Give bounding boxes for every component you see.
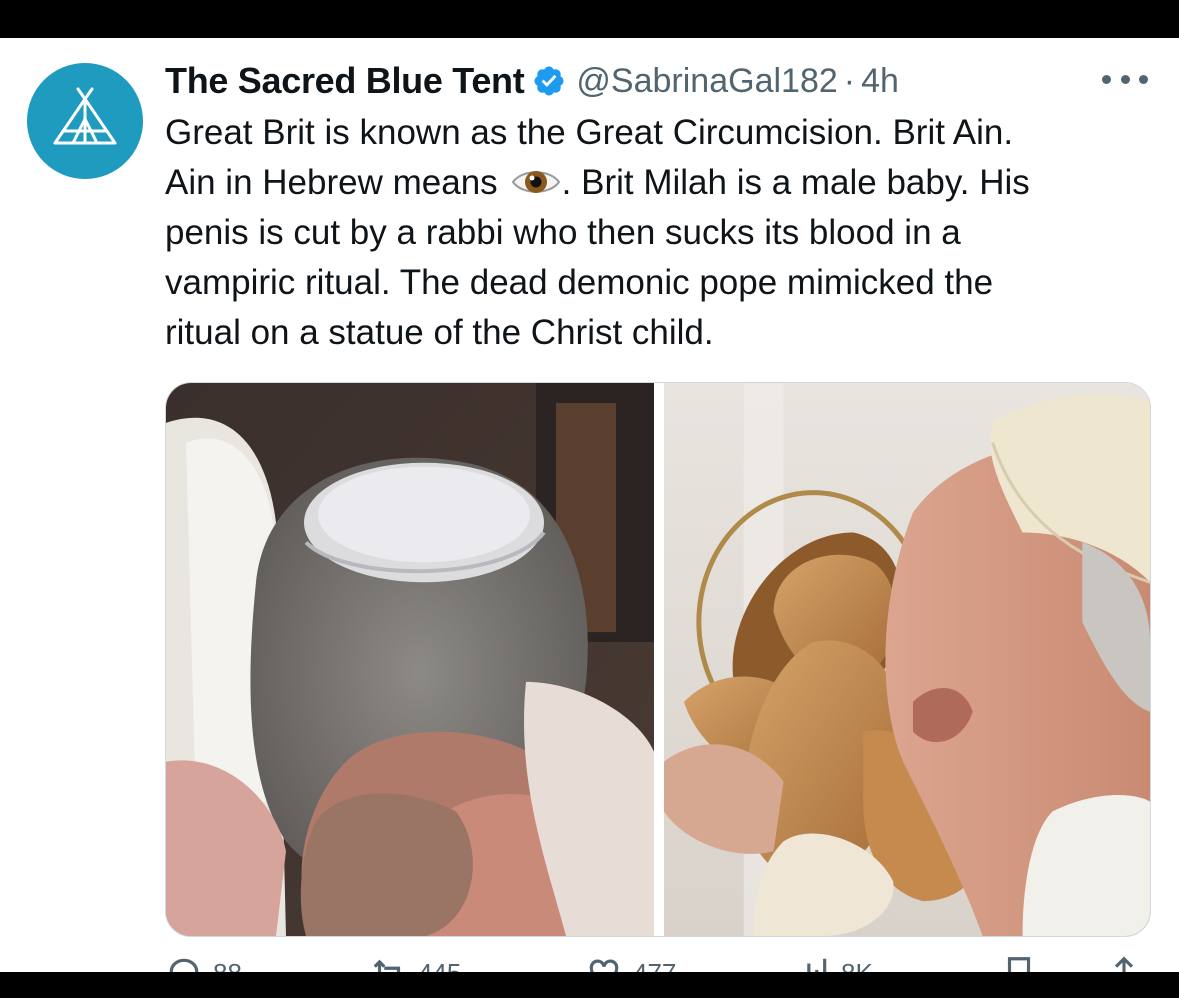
photo-pope-with-statue	[664, 383, 1150, 936]
more-dot-icon	[1139, 74, 1148, 84]
tweet-text-line: vampiric ritual. The dead demonic pope m…	[165, 263, 994, 302]
more-options-button[interactable]	[1100, 62, 1150, 96]
tweet-text-segment: Ain in Hebrew means	[165, 163, 498, 202]
tweet-text-line: penis is cut by a rabbi who then sucks i…	[165, 213, 961, 252]
tweet-text-line: Ain in Hebrew means . Brit Milah is a mal…	[165, 158, 1165, 208]
bottom-bar	[0, 972, 1179, 998]
tweet-actions: 88 445 477 8K	[165, 954, 1151, 991]
tweet-header: The Sacred Blue Tent @SabrinaGal182 · 4h	[165, 60, 899, 102]
media-photo-right[interactable]	[664, 383, 1150, 936]
tweet-text-segment: . Brit Milah is a male baby. His	[561, 163, 1030, 202]
tweet-text: Great Brit is known as the Great Circumc…	[165, 108, 1165, 358]
user-handle[interactable]: @SabrinaGal182	[576, 62, 837, 101]
eye-emoji-icon	[510, 164, 562, 200]
more-dot-icon	[1102, 74, 1111, 84]
display-name[interactable]: The Sacred Blue Tent	[165, 60, 525, 102]
status-bar	[0, 0, 1179, 38]
media-divider	[654, 383, 664, 936]
tweet-text-line: Great Brit is known as the Great Circumc…	[165, 113, 1014, 152]
tweet-text-line: ritual on a statue of the Christ child.	[165, 313, 714, 352]
timestamp[interactable]: 4h	[861, 62, 899, 101]
tent-logo-icon	[53, 87, 117, 145]
verified-badge-icon	[532, 64, 566, 98]
more-dot-icon	[1120, 74, 1130, 84]
media-grid[interactable]	[165, 382, 1151, 937]
avatar[interactable]	[27, 63, 143, 179]
separator-dot: ·	[843, 61, 856, 100]
photo-man-in-kippah	[166, 383, 654, 936]
media-photo-left[interactable]	[166, 383, 654, 936]
